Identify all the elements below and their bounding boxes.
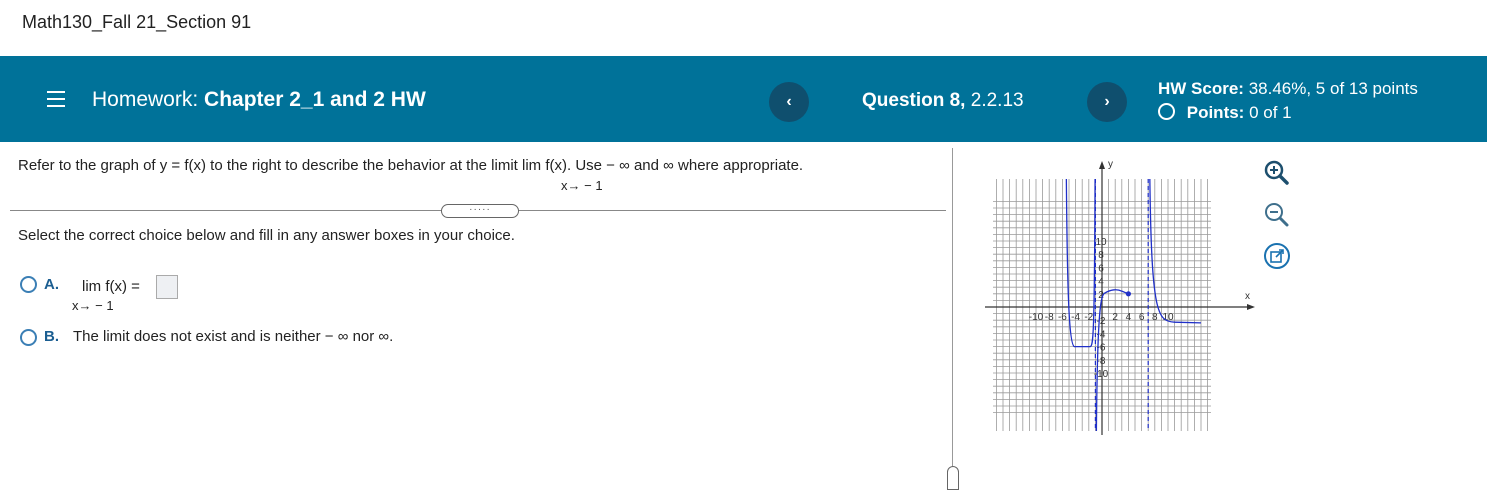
question-prefix: Question 8, xyxy=(862,90,966,111)
pane-divider xyxy=(952,148,953,485)
x-tick-label: 6 xyxy=(1139,312,1145,323)
graph-axes xyxy=(985,161,1255,435)
y-axis-arrow xyxy=(1099,161,1105,169)
pane-resize-handle[interactable] xyxy=(947,466,959,490)
choice-b-radio[interactable] xyxy=(20,329,37,346)
x-tick-label: -10 xyxy=(1029,312,1044,323)
y-tick-label: 10 xyxy=(1095,237,1107,248)
x-axis-label: x xyxy=(1245,291,1250,302)
graph-svg: yx-10 -8 -6 -4 -2 2 4 6 8 10108642-2-4-6-8-10 xyxy=(985,159,1255,435)
choice-a-subscript: x→ − 1 xyxy=(72,298,114,313)
x-tick-label: 4 xyxy=(1126,312,1132,323)
choice-a-text: lim f(x) = xyxy=(82,278,140,295)
zoom-out-icon[interactable] xyxy=(1262,200,1290,228)
question-prompt: Refer to the graph of y = f(x) to the ri… xyxy=(18,157,804,174)
x-tick-label: -4 xyxy=(1071,312,1080,323)
y-tick-label: -2 xyxy=(1097,316,1106,327)
homework-name: Chapter 2_1 and 2 HW xyxy=(204,88,426,111)
y-tick-label: 8 xyxy=(1098,250,1104,261)
x-tick-label: -2 xyxy=(1084,312,1093,323)
hw-score: HW Score: 38.46%, 5 of 13 points xyxy=(1158,79,1418,99)
y-tick-label: 4 xyxy=(1098,277,1104,288)
points-value: 0 of 1 xyxy=(1249,103,1292,122)
points-circle-icon xyxy=(1158,103,1175,120)
answer-input[interactable] xyxy=(156,275,178,299)
course-title: Math130_Fall 21_Section 91 xyxy=(22,12,252,32)
choice-a-radio[interactable] xyxy=(20,276,37,293)
zoom-in-icon[interactable] xyxy=(1262,158,1290,186)
hw-score-label: HW Score: xyxy=(1158,79,1244,98)
popout-icon[interactable] xyxy=(1263,242,1291,270)
x-tick-label: -8 xyxy=(1045,312,1054,323)
choice-b-letter: B. xyxy=(44,328,59,345)
choice-b-text: The limit does not exist and is neither … xyxy=(73,328,394,345)
curve-point xyxy=(1125,291,1131,297)
homework-title: Homework: Chapter 2_1 and 2 HW xyxy=(92,88,426,112)
y-axis-label: y xyxy=(1108,159,1113,170)
y-tick-label: -10 xyxy=(1094,369,1109,380)
limit-subscript: x→ − 1 xyxy=(561,178,603,193)
question-number: 2.2.13 xyxy=(970,90,1024,111)
instruction-text: Select the correct choice below and fill… xyxy=(18,227,515,244)
next-question-button[interactable]: › xyxy=(1087,82,1127,122)
homework-prefix: Homework: xyxy=(92,88,199,111)
choice-a-letter: A. xyxy=(44,276,59,293)
x-axis-arrow xyxy=(1247,304,1255,310)
function-graph: y x -10 -8 -6 -4 -2 2 4 6 8 10 10 8 6 4 2 -2 -4 -6 -8 -10 xyxy=(960,150,1260,440)
points: Points: 0 of 1 xyxy=(1158,103,1292,123)
menu-icon[interactable] xyxy=(47,91,65,107)
x-tick-label: 8 xyxy=(1152,312,1158,323)
y-tick-label: 6 xyxy=(1098,263,1104,274)
curve-right-branch xyxy=(1149,178,1202,324)
points-label: Points: xyxy=(1186,103,1245,122)
x-tick-label: -6 xyxy=(1058,312,1067,323)
hw-score-value: 38.46%, 5 of 13 points xyxy=(1248,79,1418,98)
expand-button[interactable]: ····· xyxy=(441,204,519,218)
x-tick-label: 2 xyxy=(1112,312,1118,323)
question-label: Question 8, 2.2.13 xyxy=(862,90,1024,112)
previous-question-button[interactable]: ‹ xyxy=(769,82,809,122)
